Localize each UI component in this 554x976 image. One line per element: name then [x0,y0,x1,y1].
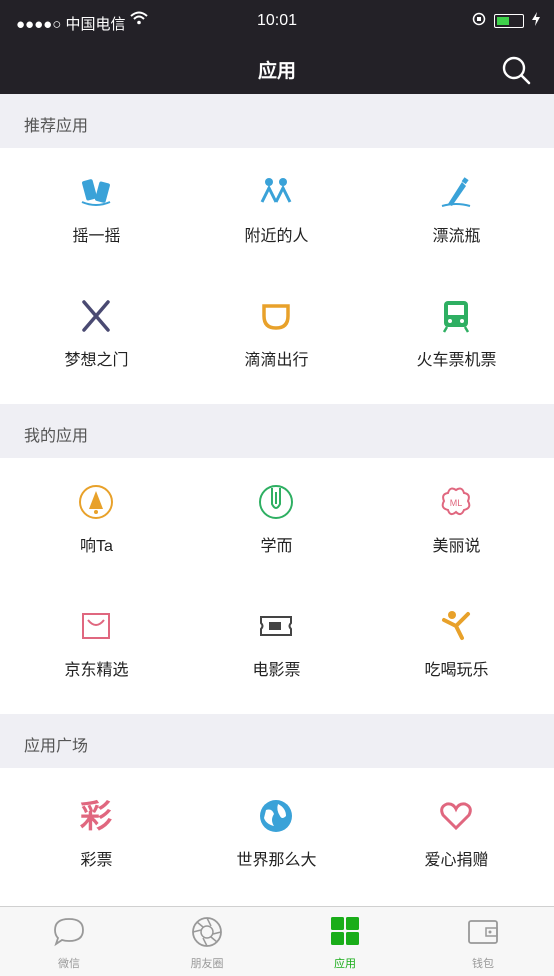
orientation-lock-icon [472,12,486,30]
app-label: 电影票 [252,662,301,679]
tab-label: 微信 [58,958,80,970]
app-shake[interactable]: 摇一摇 [4,152,189,276]
battery-level [497,17,509,25]
section-title: 应用广场 [24,738,89,755]
app-label: 响Ta [80,538,113,555]
app-label: 世界那么大 [236,852,317,869]
section-title: 我的应用 [24,428,89,445]
app-label: 火车票机票 [416,352,497,369]
app-dream-gate[interactable]: 梦想之门 [4,276,189,400]
bottom-tab-bar: 微信 朋友圈 应用 钱包 [0,906,554,976]
section-header-mine: 我的应用 [0,404,554,458]
tab-moments[interactable]: 朋友圈 [138,907,276,976]
apps-grid-icon [331,917,359,945]
app-lottery[interactable]: 彩 彩票 [4,776,189,900]
tab-label: 应用 [334,958,356,970]
shake-phones-icon [81,179,111,206]
people-nearby-icon [260,178,292,203]
app-label: 滴滴出行 [244,352,309,369]
section-header-plaza: 应用广场 [0,714,554,768]
app-label: 摇一摇 [72,228,121,245]
app-meilishuo[interactable]: ML 美丽说 [364,462,549,586]
drift-bottle-icon [441,177,471,207]
aperture-icon [192,917,222,947]
status-bar: ●●●●○ 中国电信 10:01 [0,0,554,44]
wallet-icon [468,920,498,944]
app-label: 彩票 [80,852,113,869]
app-label: 爱心捐赠 [424,852,489,869]
tab-label: 钱包 [472,958,494,970]
app-jd[interactable]: 京东精选 [4,586,189,710]
app-train-ticket[interactable]: 火车票机票 [364,276,549,400]
app-movie-ticket[interactable]: 电影票 [184,586,369,710]
app-screen: ●●●●○ 中国电信 10:01 应用 推荐应用 摇一摇 附近的人 漂流瓶 梦想… [0,0,554,976]
app-chihewanle[interactable]: 吃喝玩乐 [364,586,549,710]
app-label: 漂流瓶 [432,228,481,245]
app-label: 附近的人 [244,228,309,245]
app-drift-bottle[interactable]: 漂流瓶 [364,152,549,276]
heart-icon [440,802,472,831]
section-header-recommended: 推荐应用 [0,94,554,148]
search-icon [502,56,531,85]
my-apps-grid: 响Ta 学而 ML 美丽说 京东精选 电影票 吃喝玩乐 [0,458,554,712]
app-label: 吃喝玩乐 [424,662,489,679]
battery-icon [494,14,524,28]
train-icon [442,301,470,333]
page-title: 应用 [257,61,296,82]
tab-wallet[interactable]: 钱包 [414,907,552,976]
tab-label: 朋友圈 [190,958,224,970]
globe-icon [260,800,292,832]
tab-wechat[interactable]: 微信 [0,907,138,976]
shopping-bag-icon [82,613,110,639]
app-xiang-ta[interactable]: 响Ta [4,462,189,586]
app-label: 学而 [260,538,293,555]
nav-header: 应用 [0,44,554,94]
search-button[interactable] [498,52,534,88]
tab-apps[interactable]: 应用 [276,907,414,976]
app-world[interactable]: 世界那么大 [184,776,369,900]
charging-icon [532,12,540,30]
chat-bubble-icon [54,918,84,947]
flower-icon: ML [441,487,471,516]
app-didi[interactable]: 滴滴出行 [184,276,369,400]
app-charity[interactable]: 爱心捐赠 [364,776,549,900]
jumping-person-icon [442,611,470,640]
app-label: 京东精选 [64,662,129,679]
app-label: 美丽说 [432,538,481,555]
dream-gate-icon [82,300,110,332]
section-title: 推荐应用 [24,118,89,135]
app-people-nearby[interactable]: 附近的人 [184,152,369,276]
lottery-icon: 彩 [79,798,112,834]
plaza-grid: 彩 彩票 世界那么大 爱心捐赠 [0,768,554,906]
pen-icon [259,485,293,519]
app-label: 梦想之门 [64,352,129,369]
status-right [472,12,540,30]
recommended-grid: 摇一摇 附近的人 漂流瓶 梦想之门 滴滴出行 火车票机票 [0,148,554,402]
didi-icon [262,304,290,330]
svg-text:ML: ML [450,498,463,508]
clock: 10:01 [256,12,298,29]
app-xue-er[interactable]: 学而 [184,462,369,586]
bell-icon [79,485,113,519]
movie-ticket-icon [260,616,292,636]
